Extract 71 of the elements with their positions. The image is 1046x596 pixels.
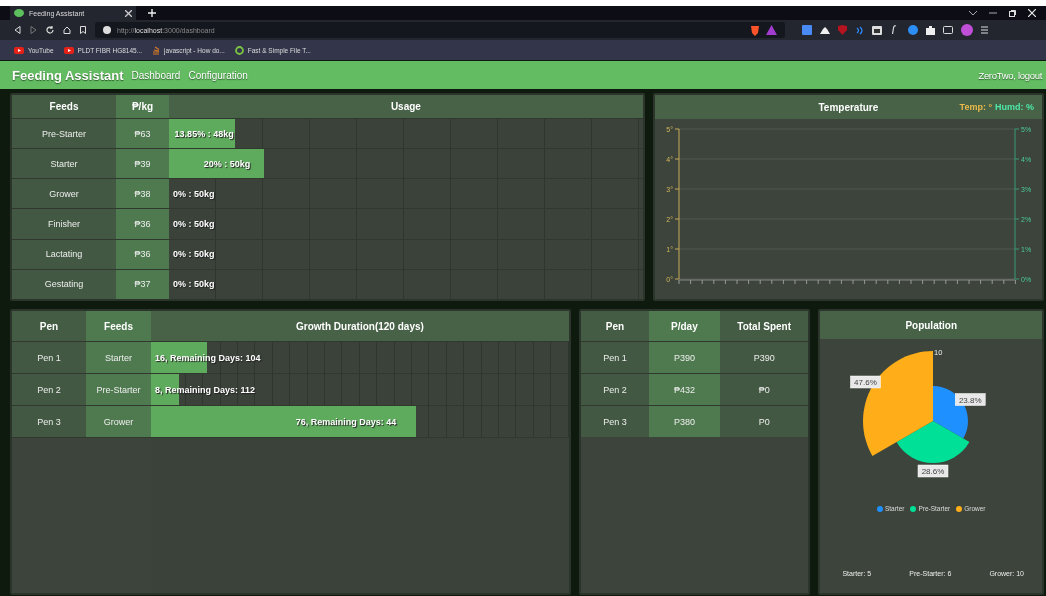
play-icon — [14, 46, 24, 54]
table-cell: ₱36 — [116, 239, 169, 269]
table-cell: ₱432 — [648, 374, 720, 405]
back-icon[interactable] — [14, 26, 21, 34]
avatar-icon[interactable] — [961, 24, 973, 36]
table-cell: Pen 3 — [12, 406, 86, 437]
table-cell: Grower — [86, 406, 151, 437]
growth-label: 76, Remaining Days: 44 — [294, 416, 397, 427]
column-header: Pen — [580, 311, 649, 341]
signal-icon[interactable] — [855, 25, 864, 35]
bookmark-icon[interactable] — [80, 26, 86, 34]
column-header: ₱/kg — [116, 95, 169, 118]
usage-label: 20% : 50kg — [202, 158, 251, 169]
table-cell: Pre-Starter — [12, 119, 116, 149]
table-cell: Gestating — [12, 269, 116, 299]
table-cell: ₱39 — [116, 149, 169, 179]
column-header: Pen — [12, 311, 86, 341]
table-cell: Finisher — [12, 209, 116, 239]
panel-title: Temperature — [818, 101, 879, 113]
table-cell: P390 — [648, 342, 720, 373]
menu-icon[interactable] — [981, 26, 988, 34]
table-cell: ₱63 — [116, 119, 169, 149]
forward-icon[interactable] — [30, 26, 37, 34]
table-cell: Starter — [86, 342, 151, 373]
temp-legend: Temp: ° — [959, 102, 992, 112]
table-cell: Starter — [12, 149, 116, 179]
table-cell: Pre-Starter — [86, 374, 151, 405]
panel-title: Population — [905, 319, 958, 331]
stack-icon — [152, 45, 161, 55]
window-icon[interactable] — [872, 25, 882, 35]
home-icon[interactable] — [63, 26, 71, 34]
table-cell: Grower — [12, 179, 116, 209]
usage-label: 13.85% : 48kg — [173, 128, 234, 139]
circle-icon[interactable] — [908, 25, 918, 35]
usage-label: 0% : 50kg — [172, 249, 215, 260]
table-cell: Lactating — [12, 239, 116, 269]
table-cell: ₱0 — [719, 374, 809, 405]
table-cell: Pen 3 — [580, 406, 649, 437]
usage-label: 0% : 50kg — [172, 188, 215, 199]
restore-icon[interactable] — [1009, 9, 1016, 17]
info-icon — [103, 26, 111, 34]
close-icon[interactable] — [125, 9, 132, 17]
play-icon — [63, 46, 74, 54]
column-header: Feeds — [12, 95, 116, 118]
column-header: Growth Duration(120 days) — [151, 311, 569, 341]
ring-icon — [234, 45, 244, 55]
table-cell: P0 — [719, 406, 809, 437]
humidity-legend: Humd: % — [995, 102, 1034, 112]
table-cell: ₱36 — [116, 209, 169, 239]
column-header: Total Spent — [719, 311, 809, 341]
table-cell: Pen 1 — [12, 342, 86, 373]
plus-icon[interactable] — [148, 9, 156, 17]
triangle-icon[interactable] — [766, 25, 777, 35]
usage-label: 0% : 50kg — [172, 279, 215, 290]
chevron-down-icon[interactable] — [969, 10, 977, 16]
data-label: 23.8% — [955, 393, 986, 406]
table-cell: Pen 2 — [580, 374, 649, 405]
table-cell: P380 — [648, 406, 720, 437]
usage-label: 0% : 50kg — [172, 219, 215, 230]
table-cell: Pen 1 — [580, 342, 649, 373]
column-header: Feeds — [86, 311, 151, 341]
reload-icon[interactable] — [46, 26, 54, 34]
table-cell: ₱38 — [116, 179, 169, 209]
column-header: Usage — [169, 95, 643, 118]
table-cell: Pen 2 — [12, 374, 86, 405]
data-label: 28.6% — [918, 464, 949, 478]
column-header: P/day — [648, 311, 720, 341]
data-label: 47.6% — [850, 375, 882, 389]
table-cell: P390 — [719, 342, 809, 373]
table-cell: ₱37 — [116, 269, 169, 299]
growth-label: 8, Remaining Days: 112 — [154, 384, 256, 395]
